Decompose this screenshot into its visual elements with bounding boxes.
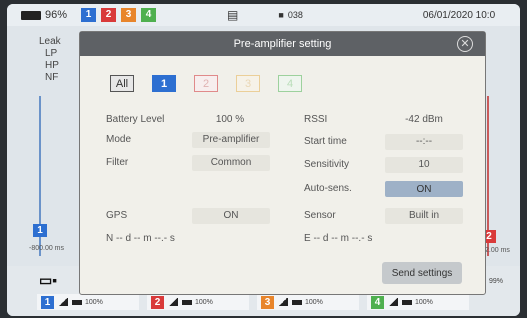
mode-label: Mode <box>106 134 132 145</box>
channel-4-indicator[interactable]: 4 <box>141 8 157 22</box>
channel-chip-2[interactable]: 2 <box>194 75 218 92</box>
channel-battery: 100% <box>305 298 323 306</box>
date-time: 06/01/2020 10:0 <box>422 9 496 21</box>
filter-select[interactable]: Common <box>192 157 270 168</box>
battery-icon <box>292 299 302 305</box>
filter-label: Filter <box>106 157 129 168</box>
lp-label: LP <box>45 48 58 59</box>
battery-icon <box>182 299 192 305</box>
send-settings-button[interactable]: Send settings <box>382 262 462 284</box>
battery-level-value: 100 % <box>215 114 245 125</box>
channel-item[interactable]: 2 100% <box>147 294 249 310</box>
preamp-settings-dialog: Pre-amplifier setting ✕ All 1 2 3 4 Batt… <box>79 31 486 295</box>
sensor-label: Sensor <box>304 210 336 221</box>
rssi-value: -42 dBm <box>405 114 443 125</box>
channel-item[interactable]: 3 100% <box>257 294 359 310</box>
sensitivity-label: Sensitivity <box>304 159 350 170</box>
channel-chip-4[interactable]: 4 <box>278 75 302 92</box>
device-icon: ▭▪ <box>39 272 58 288</box>
channel-item[interactable]: 1 100% <box>37 294 139 310</box>
dialog-title: Pre-amplifier setting <box>233 38 332 50</box>
channel-battery: 100% <box>415 298 433 306</box>
channel-list: 1 100% 2 100% 3 100% 4 100% <box>37 294 469 310</box>
battery-level-label: Battery Level <box>106 114 165 125</box>
battery-percent: 96% <box>45 9 68 21</box>
dialog-header: Pre-amplifier setting ✕ <box>80 32 485 56</box>
channel-battery: 100% <box>195 298 213 306</box>
left-scale-label: -800.00 ms <box>29 245 65 252</box>
nf-label: NF <box>45 72 59 83</box>
start-time-label: Start time <box>304 136 347 147</box>
leak-label: Leak <box>39 36 61 47</box>
gps-toggle[interactable]: ON <box>192 210 270 221</box>
record-icon: ■ <box>278 10 284 20</box>
channel-2-indicator[interactable]: 2 <box>101 8 117 22</box>
channel-item[interactable]: 4 100% <box>367 294 469 310</box>
gps-label: GPS <box>106 210 128 221</box>
channel-selector: All 1 2 3 4 <box>110 75 302 92</box>
signal-icon <box>58 298 68 306</box>
battery-icon <box>21 10 41 20</box>
channel-battery: 100% <box>85 298 103 306</box>
channel-number: 4 <box>371 295 384 309</box>
device-screen: 96% 1 2 3 4 ▤ ■ 038 06/01/2020 10:0 Leak… <box>7 4 520 316</box>
right-scale-label: 2.00 ms <box>485 247 510 254</box>
channel-1-indicator[interactable]: 1 <box>81 8 97 22</box>
auto-sens-toggle[interactable]: ON <box>385 181 463 197</box>
sensitivity-input[interactable]: 10 <box>385 159 463 170</box>
left-channel-badge: 1 <box>33 224 47 237</box>
start-time-input[interactable]: --:-- <box>385 136 463 147</box>
status-bar: 96% 1 2 3 4 ▤ ■ 038 06/01/2020 10:0 <box>7 4 520 26</box>
signal-icon <box>388 298 398 306</box>
close-icon[interactable]: ✕ <box>457 36 473 52</box>
signal-icon <box>278 298 288 306</box>
longitude-value: E -- d -- m --.- s <box>304 233 373 244</box>
storage-icon: ▤ <box>227 8 239 22</box>
right-percent: 99% <box>489 278 504 285</box>
sensor-select[interactable]: Built in <box>385 210 463 221</box>
channel-chip-all[interactable]: All <box>110 75 134 92</box>
signal-icon <box>168 298 178 306</box>
record-counter: 038 <box>287 10 303 20</box>
channel-number: 3 <box>261 295 274 309</box>
battery-icon <box>402 299 412 305</box>
channel-number: 2 <box>151 295 164 309</box>
channel-3-indicator[interactable]: 3 <box>121 8 137 22</box>
latitude-value: N -- d -- m --.- s <box>106 233 175 244</box>
channel-chip-3[interactable]: 3 <box>236 75 260 92</box>
filter-labels: Leak LP HP NF <box>39 36 61 84</box>
auto-sens-label: Auto-sens. <box>304 183 352 194</box>
channel-number: 1 <box>41 295 54 309</box>
battery-icon <box>72 299 82 305</box>
channel-chip-1[interactable]: 1 <box>152 75 176 92</box>
hp-label: HP <box>45 60 59 71</box>
mode-select[interactable]: Pre-amplifier <box>190 134 272 145</box>
rssi-label: RSSI <box>304 114 328 125</box>
